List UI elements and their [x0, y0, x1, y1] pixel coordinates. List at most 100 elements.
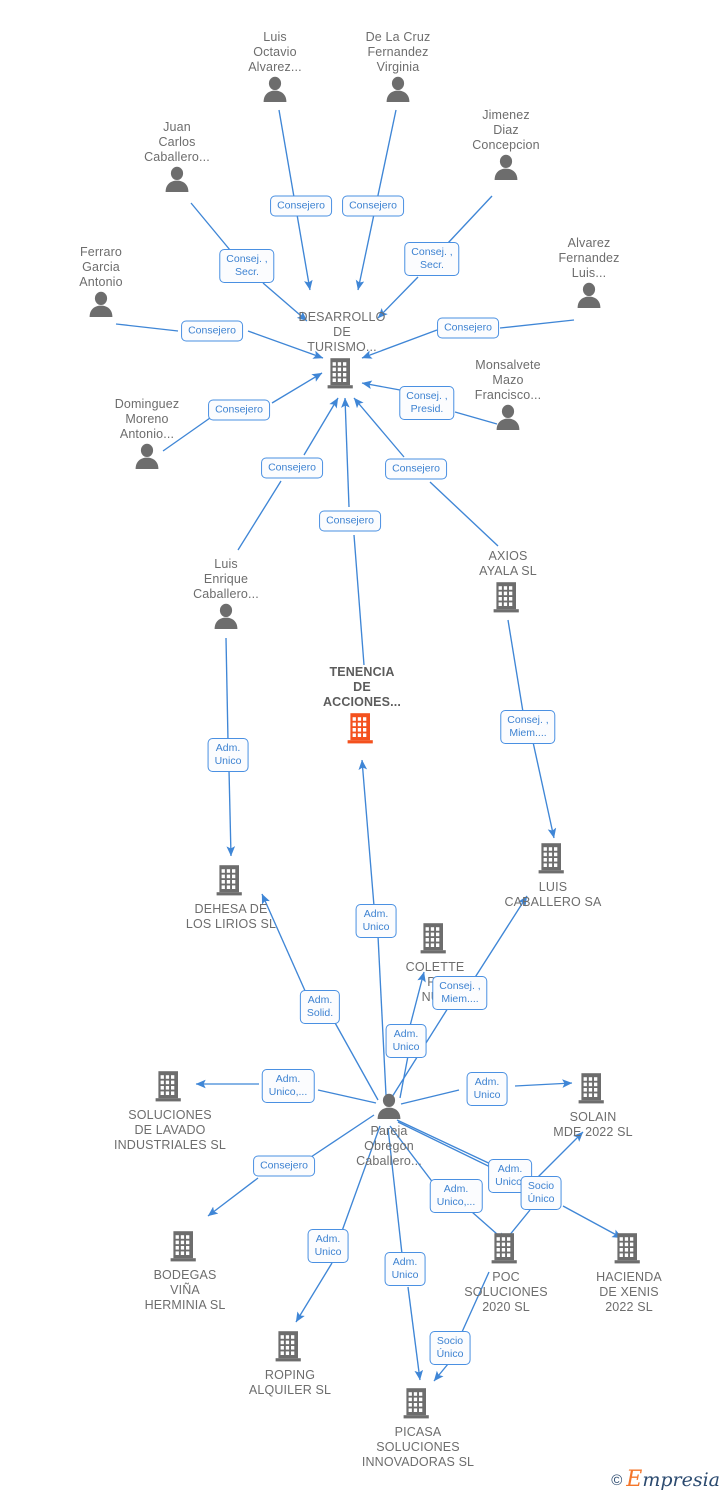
- building-icon: [216, 865, 242, 896]
- edge-luis_enrique3-to-dehesa: [225, 637, 229, 742]
- edge-alvarez_fdez-to-desarrollo: [499, 319, 575, 329]
- edge-axios-to-desarrollo: [429, 481, 499, 547]
- edge-tenencia-to-desarrollo: [353, 534, 365, 666]
- person-icon: [26, 291, 176, 322]
- building-icon: [156, 863, 306, 902]
- person-node-jimenez_diaz[interactable]: Jimenez Diaz Concepcion: [431, 108, 581, 185]
- company-node-bodegas[interactable]: BODEGAS VIÑA HERMINIA SL: [110, 1228, 260, 1313]
- company-node-picasa[interactable]: PICASA SOLUCIONES INNOVADORAS SL: [343, 1385, 493, 1470]
- relation-badge-b8[interactable]: Consejero: [208, 399, 270, 421]
- company-node-soluciones_lavado[interactable]: SOLUCIONES DE LAVADO INDUSTRIALES SL: [95, 1068, 245, 1153]
- edge-poc_picasa2-to-picasa: [433, 1363, 449, 1382]
- person-icon: [496, 404, 520, 430]
- relation-badge-b6[interactable]: Consejero: [437, 317, 499, 339]
- relation-badge-b2[interactable]: Consejero: [342, 195, 404, 217]
- building-icon: [267, 356, 417, 395]
- node-label: SOLUCIONES DE LAVADO INDUSTRIALES SL: [113, 1108, 226, 1152]
- node-label: Pareja Obregon Caballero...: [356, 1124, 422, 1168]
- relation-badge-b9[interactable]: Consejero: [261, 457, 323, 479]
- node-label: Alvarez Fernandez Luis...: [558, 236, 620, 280]
- node-label: BODEGAS VIÑA HERMINIA SL: [144, 1268, 226, 1312]
- copyright-icon: ©: [611, 1471, 623, 1489]
- relation-badge-b17[interactable]: Adm. Unico: [385, 1024, 427, 1058]
- person-icon: [377, 1093, 401, 1119]
- relation-badge-b19[interactable]: Adm. Unico: [466, 1072, 508, 1106]
- relation-badge-b12[interactable]: Adm. Unico: [207, 738, 249, 772]
- relation-badge-b4[interactable]: Consej. , Secr.: [404, 242, 460, 276]
- relation-badge-b10[interactable]: Consejero: [385, 458, 447, 480]
- diagram-canvas: Luis Octavio Alvarez... De La Cruz Fernan…: [0, 0, 728, 1500]
- person-node-dominguez[interactable]: Dominguez Moreno Antonio...: [72, 397, 222, 474]
- person-node-luis_enrique[interactable]: Luis Enrique Caballero...: [151, 557, 301, 634]
- edge-pareja_dehesa-to-dehesa: [333, 1020, 379, 1101]
- building-icon: [538, 843, 564, 874]
- building-icon: [215, 1329, 365, 1368]
- node-label: De La Cruz Fernandez Virginia: [365, 30, 431, 74]
- relation-badge-b20[interactable]: Consejero: [253, 1155, 315, 1177]
- edge-pareja_roping2-to-roping: [295, 1262, 333, 1323]
- node-label: DEHESA DE LOS LIRIOS SL: [185, 902, 277, 931]
- relation-badge-b24[interactable]: Adm. Unico: [307, 1229, 349, 1263]
- building-icon: [327, 358, 353, 389]
- node-label: TENENCIA DE ACCIONES...: [322, 665, 402, 709]
- relation-badge-b16[interactable]: Consej. , Miem....: [432, 976, 488, 1010]
- relation-badge-b25[interactable]: Adm. Unico: [384, 1252, 426, 1286]
- person-icon: [72, 443, 222, 474]
- relation-badge-b11[interactable]: Consejero: [319, 510, 381, 532]
- relation-badge-b14[interactable]: Adm. Unico: [355, 904, 397, 938]
- company-node-desarrollo[interactable]: DESARROLLO DE TURISMO...: [267, 310, 417, 395]
- building-icon: [478, 841, 628, 880]
- node-label: Luis Enrique Caballero...: [193, 557, 259, 601]
- relation-badge-b15[interactable]: Adm. Solid.: [299, 990, 341, 1024]
- building-icon: [95, 1069, 245, 1108]
- company-node-tenencia[interactable]: TENENCIA DE ACCIONES...: [287, 665, 437, 750]
- edge-pareja_picasa2-to-picasa: [407, 1286, 424, 1381]
- edge-ferraro-to-desarrollo: [115, 323, 179, 332]
- building-icon: [554, 1231, 704, 1270]
- person-icon: [514, 282, 664, 313]
- relation-badge-b18[interactable]: Adm. Unico,...: [261, 1069, 315, 1103]
- node-label: HACIENDA DE XENIS 2022 SL: [596, 1270, 662, 1314]
- relation-badge-b3[interactable]: Consej. , Secr.: [219, 249, 275, 283]
- person-icon: [494, 154, 518, 180]
- relation-badge-b13[interactable]: Consej. , Miem....: [500, 710, 556, 744]
- person-node-monsalvete[interactable]: Monsalvete Mazo Francisco...: [433, 358, 583, 435]
- building-icon: [433, 580, 583, 619]
- person-icon: [135, 443, 159, 469]
- brand-initial: E: [626, 1467, 643, 1492]
- person-node-juan_carlos[interactable]: Juan Carlos Caballero...: [102, 120, 252, 197]
- relation-badge-b26[interactable]: Socio Único: [429, 1331, 471, 1365]
- person-node-alvarez_fdez[interactable]: Alvarez Fernandez Luis...: [514, 236, 664, 313]
- edge-luis_enrique-to-desarrollo: [237, 480, 282, 551]
- node-label: AXIOS AYALA SL: [479, 549, 537, 578]
- relation-badge-b1[interactable]: Consejero: [270, 195, 332, 217]
- building-icon: [343, 1386, 493, 1425]
- empresia-logo: Empresia: [626, 1467, 720, 1492]
- person-node-pareja[interactable]: Pareja Obregon Caballero...: [314, 1092, 464, 1169]
- relation-badge-b5[interactable]: Consejero: [181, 320, 243, 342]
- edge-juan_carlos-to-desarrollo: [190, 202, 231, 251]
- building-icon: [493, 582, 519, 613]
- person-icon: [102, 166, 252, 197]
- node-label: Juan Carlos Caballero...: [144, 120, 210, 164]
- person-icon: [577, 282, 601, 308]
- person-node-delacruz[interactable]: De La Cruz Fernandez Virginia: [323, 30, 473, 107]
- relation-badge-b23[interactable]: Adm. Unico,...: [429, 1179, 483, 1213]
- person-node-ferraro[interactable]: Ferraro Garcia Antonio: [26, 245, 176, 322]
- node-label: Monsalvete Mazo Francisco...: [474, 358, 542, 402]
- company-node-dehesa[interactable]: DEHESA DE LOS LIRIOS SL: [156, 862, 306, 932]
- person-icon: [386, 76, 410, 102]
- company-node-luis_caballero[interactable]: LUIS CABALLERO SA: [478, 840, 628, 910]
- company-node-hacienda[interactable]: HACIENDA DE XENIS 2022 SL: [554, 1230, 704, 1315]
- node-label: Dominguez Moreno Antonio...: [114, 397, 180, 441]
- company-node-axios[interactable]: AXIOS AYALA SL: [433, 549, 583, 619]
- building-icon: [170, 1231, 196, 1262]
- building-icon: [491, 1233, 517, 1264]
- building-icon: [155, 1071, 181, 1102]
- company-node-solain[interactable]: SOLAIN MDE 2022 SL: [518, 1070, 668, 1140]
- person-icon: [151, 603, 301, 634]
- building-icon: [614, 1233, 640, 1264]
- person-icon: [323, 76, 473, 107]
- relation-badge-b22[interactable]: Socio Único: [520, 1176, 562, 1210]
- relation-badge-b7[interactable]: Consej. , Presid.: [399, 386, 455, 420]
